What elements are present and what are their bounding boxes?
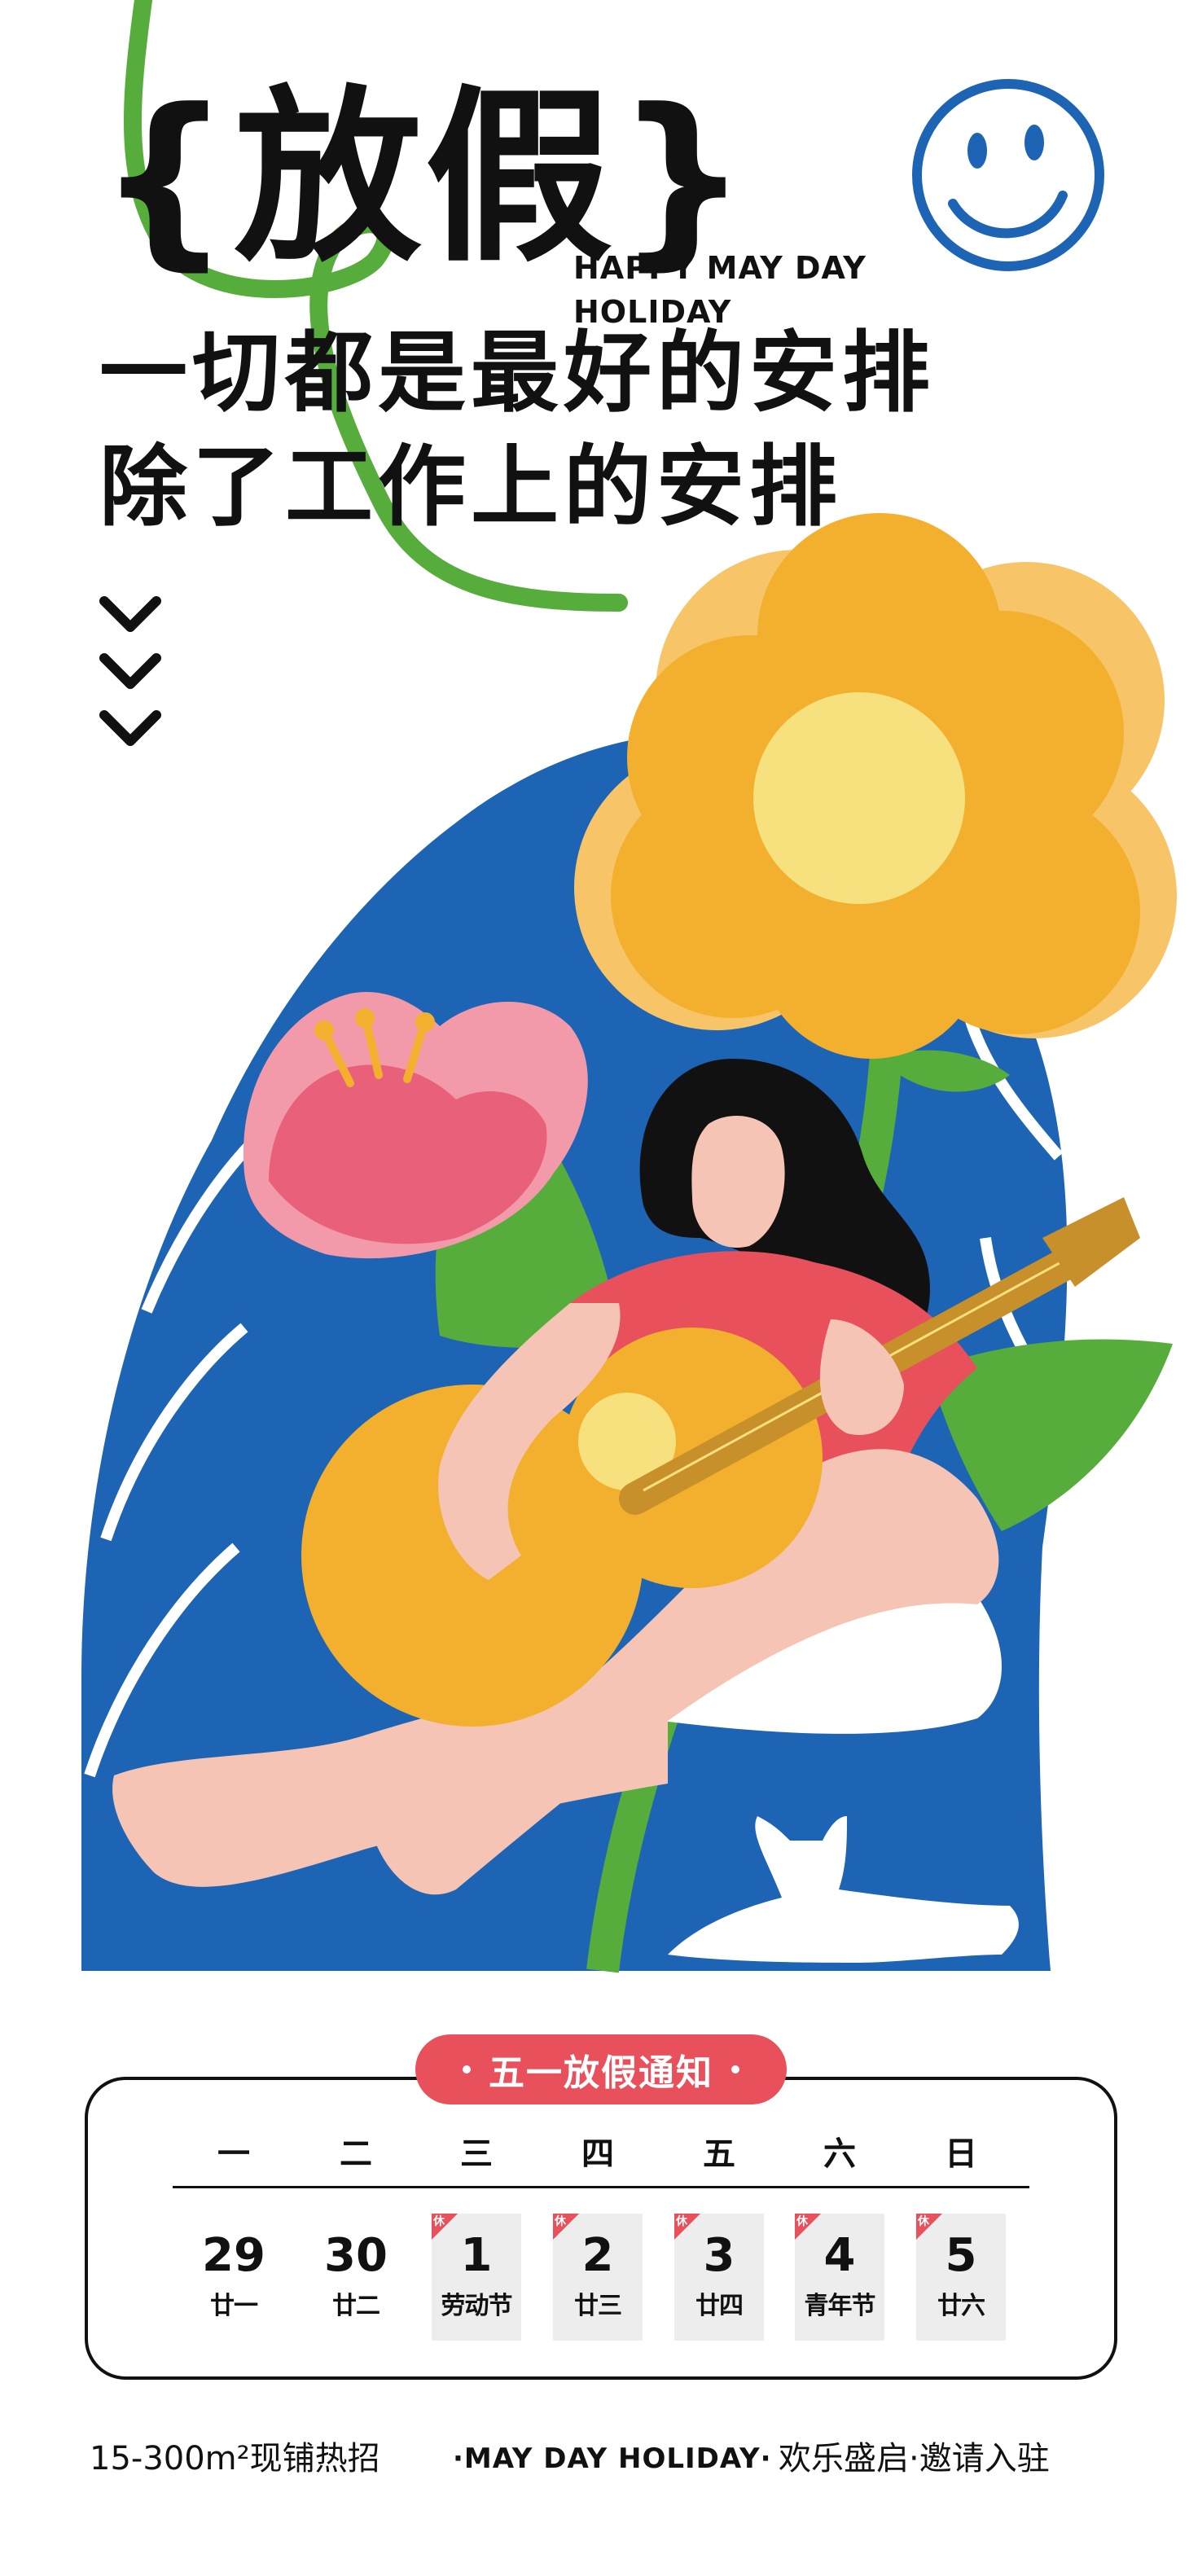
dot-icon <box>463 2065 471 2074</box>
slogan-line1: 一切都是最好的安排 <box>99 323 936 424</box>
notice-badge: 五一放假通知 <box>415 2034 787 2104</box>
day-lunar: 青年节 <box>804 2292 876 2320</box>
day-number: 30 <box>324 2229 388 2282</box>
day-number: 4 <box>823 2229 856 2282</box>
calendar-day-holiday: 休 1 劳动节 <box>432 2214 521 2341</box>
day-number: 5 <box>945 2229 977 2282</box>
calendar-day: 30 廿二 <box>311 2214 401 2341</box>
slogan-line2: 除了工作上的安排 <box>99 437 843 538</box>
poster: {放假} HAPPY MAY DAY HOLIDAY 一切都是最好的安排 除了工… <box>0 0 1189 2576</box>
dot-icon <box>731 2065 739 2074</box>
calendar-divider <box>173 2186 1029 2188</box>
calendar-day: 29 廿一 <box>189 2214 279 2341</box>
subtitle-en-line1: HAPPY MAY DAY <box>573 250 867 286</box>
calendar-day-holiday: 休 3 廿四 <box>674 2214 764 2341</box>
calendar-day-holiday: 休 5 廿六 <box>916 2214 1006 2341</box>
footer-middle: ·MAY DAY HOLIDAY· <box>453 2442 772 2475</box>
day-lunar: 廿三 <box>574 2292 622 2320</box>
holiday-tag-label: 休 <box>676 2215 687 2228</box>
day-number: 1 <box>460 2229 493 2282</box>
day-lunar: 廿一 <box>210 2292 258 2320</box>
calendar-day-holiday: 休 2 廿三 <box>553 2214 643 2341</box>
holiday-tag-label: 休 <box>918 2215 929 2228</box>
holiday-tag-label: 休 <box>555 2215 566 2228</box>
weekday: 三 <box>460 2135 493 2173</box>
weekday: 一 <box>217 2135 250 2173</box>
day-number: 2 <box>581 2229 614 2282</box>
day-lunar: 廿二 <box>332 2292 380 2320</box>
chevron-down-icon <box>99 596 161 746</box>
day-number: 3 <box>703 2229 735 2282</box>
day-lunar: 劳动节 <box>441 2292 513 2320</box>
weekday: 六 <box>823 2135 856 2173</box>
weekday: 五 <box>703 2135 735 2173</box>
subtitle-en: HAPPY MAY DAY HOLIDAY <box>573 246 867 334</box>
yellow-flower <box>574 513 1177 1059</box>
calendar-weekdays: 一 二 三 四 五 六 日 <box>0 2126 1189 2183</box>
day-lunar: 廿四 <box>695 2292 744 2320</box>
weekday: 二 <box>340 2135 372 2173</box>
weekday: 四 <box>581 2135 614 2173</box>
smiley-icon <box>912 79 1104 271</box>
calendar-day-holiday: 休 4 青年节 <box>795 2214 884 2341</box>
holiday-tag-label: 休 <box>796 2215 808 2228</box>
footer-right: 欢乐盛启·邀请入驻 <box>779 2440 1050 2477</box>
notice-label: 五一放假通知 <box>489 2052 713 2094</box>
holiday-tag-label: 休 <box>433 2215 445 2228</box>
footer-left: 15-300m²现铺热招 <box>90 2440 380 2477</box>
page-title: {放假} <box>98 70 752 287</box>
day-lunar: 廿六 <box>937 2292 985 2320</box>
weekday: 日 <box>945 2135 977 2173</box>
day-number: 29 <box>202 2229 265 2282</box>
